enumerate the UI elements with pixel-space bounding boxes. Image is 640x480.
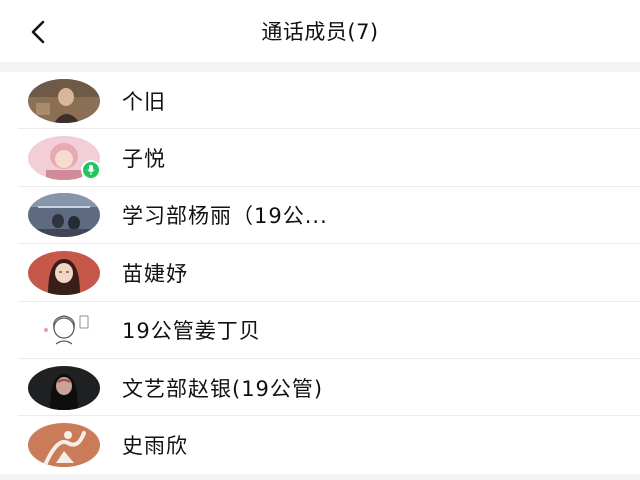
member-name: 学习部杨丽（19公...: [122, 204, 328, 229]
member-row[interactable]: 子悦: [0, 129, 640, 188]
member-list: 个旧 子悦 学习部杨丽（19公... 苗婕妤 19公管姜丁贝 文艺部赵银(19公…: [0, 72, 640, 474]
member-name: 个旧: [122, 89, 166, 114]
avatar: [28, 250, 100, 295]
call-members-screen: 通话成员(7) 个旧 子悦 学习部杨丽（19公... 苗婕妤 19公管姜丁贝 文…: [0, 0, 640, 480]
member-name: 苗婕妤: [122, 261, 188, 286]
top-bar: 通话成员(7): [0, 0, 640, 62]
avatar: [28, 423, 100, 468]
member-name: 史雨欣: [122, 434, 188, 459]
member-name: 19公管姜丁贝: [122, 319, 261, 344]
member-row[interactable]: 苗婕妤: [0, 244, 640, 302]
back-button[interactable]: [22, 16, 54, 48]
avatar-container: [28, 136, 101, 181]
avatar: [28, 365, 100, 410]
member-name: 子悦: [122, 147, 166, 172]
member-row[interactable]: 个旧: [0, 72, 640, 130]
avatar: [28, 78, 100, 123]
member-row[interactable]: 文艺部赵银(19公管): [0, 359, 640, 417]
member-name: 文艺部赵银(19公管): [122, 376, 324, 401]
member-row[interactable]: 学习部杨丽（19公...: [0, 187, 640, 245]
member-row[interactable]: 史雨欣: [0, 416, 640, 473]
member-row[interactable]: 19公管姜丁贝: [0, 302, 640, 360]
bottom-spacer: [0, 474, 640, 480]
microphone-icon: [87, 165, 95, 176]
chevron-left-icon: [31, 20, 45, 44]
avatar: [28, 193, 100, 238]
mic-active-badge: [81, 160, 101, 181]
page-title: 通话成员(7): [261, 20, 379, 44]
avatar: [28, 308, 100, 353]
